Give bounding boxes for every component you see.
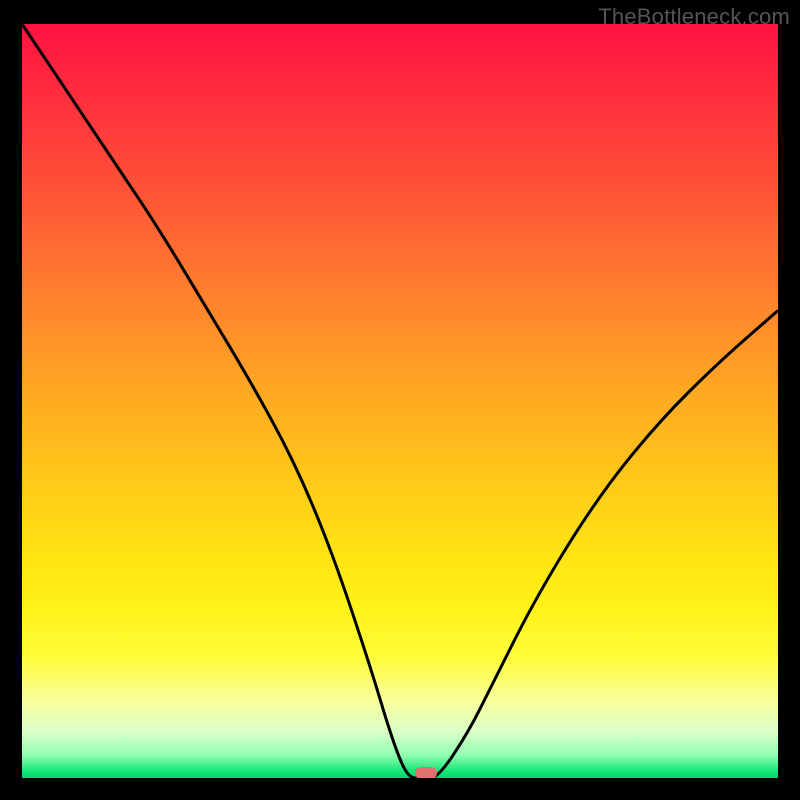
chart-stage: TheBottleneck.com — [0, 0, 800, 800]
bottleneck-curve-path — [22, 24, 778, 778]
watermark-text: TheBottleneck.com — [598, 4, 790, 30]
optimal-point-marker — [415, 767, 437, 778]
plot-area — [22, 24, 778, 778]
bottleneck-curve — [22, 24, 778, 778]
